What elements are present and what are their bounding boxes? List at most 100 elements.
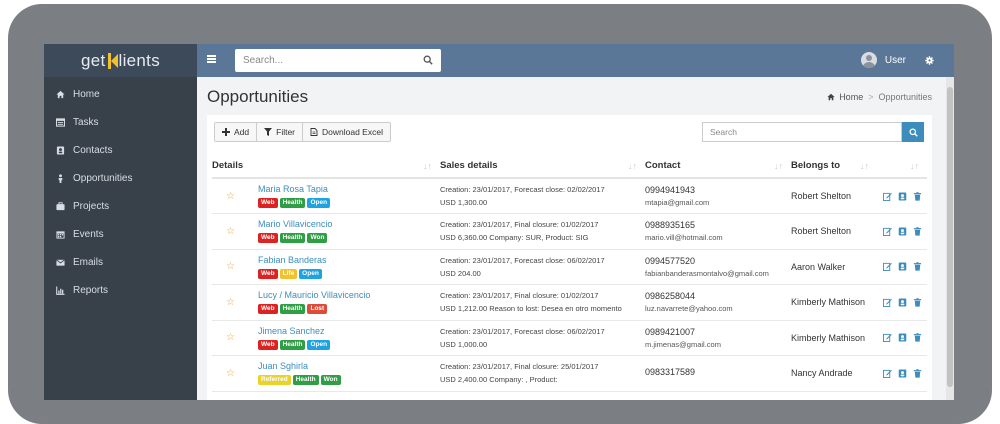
trash-icon[interactable]	[913, 226, 922, 236]
menu-toggle-icon[interactable]	[207, 55, 216, 63]
sidebar-item-contacts[interactable]: Contacts	[44, 136, 197, 164]
details-cell: ☆ Lucy / Mauricio Villavicencio Web Healt…	[212, 284, 440, 321]
sales-dates: Creation: 23/01/2017, Final closure: 01/…	[440, 291, 599, 301]
trash-icon[interactable]	[913, 368, 922, 378]
table-row[interactable]: ☆ Jimena Sanchez Web Health Open Creation:…	[212, 320, 927, 356]
table-row[interactable]: ☆ Juan Sghirla Referred Health Won Creatio…	[212, 355, 927, 392]
table-row[interactable]: ☆ Lucy / Mauricio Villavicencio Web Healt…	[212, 284, 927, 321]
column-header-belongs-to[interactable]: Belongs to ↓↑	[791, 153, 877, 179]
sidebar-item-projects[interactable]: Projects	[44, 192, 197, 220]
table-row[interactable]: ☆ Fabian Banderas Web Life Open Creation: …	[212, 249, 927, 285]
contact-card-icon[interactable]	[898, 227, 907, 236]
global-search-input[interactable]	[243, 55, 413, 66]
sales-details-cell: Creation: 23/01/2017, Forecast close: 06…	[440, 249, 645, 285]
edit-icon[interactable]	[883, 298, 892, 307]
global-search	[235, 49, 441, 72]
contact-email: mario.vill@hotmail.com	[645, 233, 723, 243]
edit-icon[interactable]	[883, 227, 892, 236]
contact-card-icon[interactable]	[898, 262, 907, 271]
trash-icon[interactable]	[913, 333, 922, 342]
sort-icon[interactable]: ↓↑	[628, 161, 637, 171]
edit-icon[interactable]	[883, 192, 892, 201]
sales-details-cell: Creation: 23/01/2017, Forecast close: 06…	[440, 320, 645, 356]
download-excel-button[interactable]: Download Excel	[303, 123, 390, 141]
opportunity-name-link[interactable]: Jimena Sanchez	[258, 326, 332, 336]
opportunity-name-link[interactable]: Maria Rosa Tapia	[258, 184, 332, 194]
column-header-actions: ↓↑	[877, 153, 927, 179]
contact-card-icon[interactable]	[898, 298, 907, 307]
contact-card-icon[interactable]	[898, 191, 907, 201]
breadcrumb-home-link[interactable]: Home	[839, 92, 863, 102]
actions-cell	[877, 249, 927, 285]
gear-icon[interactable]	[925, 56, 934, 65]
tag-list: Web Health Lost	[258, 303, 370, 315]
sort-icon[interactable]: ↓↑	[860, 161, 869, 171]
actions-cell	[877, 213, 927, 250]
contact-phone: 0994941943	[645, 185, 696, 195]
page-title: Opportunities	[207, 87, 309, 106]
column-header-details[interactable]: Details ↓↑	[212, 153, 440, 179]
search-icon[interactable]	[423, 55, 433, 65]
contact-card-icon[interactable]	[898, 333, 907, 342]
opportunity-name-link[interactable]: Lucy / Mauricio Villavicencio	[258, 290, 370, 300]
scrollbar-thumb[interactable]	[947, 87, 953, 387]
star-icon[interactable]: ☆	[212, 261, 258, 272]
sales-dates: Creation: 23/01/2017, Forecast close: 06…	[440, 326, 605, 336]
sort-icon[interactable]: ↓↑	[423, 161, 432, 171]
contact-email: mtapia@gmail.com	[645, 198, 710, 207]
column-header-sales-details[interactable]: Sales details ↓↑	[440, 153, 645, 179]
sales-amount: USD 204.00	[440, 268, 481, 278]
table-row[interactable]: ☆ Maria Rosa Tapia Web Health Open Creatio…	[212, 178, 927, 214]
add-button-label: Add	[234, 127, 250, 137]
sidebar-item-opportunities[interactable]: Opportunities	[44, 164, 197, 192]
trash-icon[interactable]	[913, 191, 922, 201]
trash-icon[interactable]	[913, 262, 922, 271]
app-logo[interactable]: get lients	[44, 44, 197, 77]
contact-cell: 0989421007 m.jimenas@gmail.com	[645, 320, 791, 356]
search-icon	[908, 127, 918, 137]
actions-cell	[877, 284, 927, 321]
sidebar-item-emails[interactable]: Emails	[44, 248, 197, 276]
projects-icon	[56, 201, 65, 210]
owner-cell: Robert Shelton	[791, 178, 877, 214]
column-header-contact[interactable]: Contact ↓↑	[645, 153, 791, 179]
opportunity-name-link[interactable]: Fabian Banderas	[258, 255, 327, 265]
star-icon[interactable]: ☆	[212, 226, 258, 237]
star-icon[interactable]: ☆	[212, 297, 258, 308]
logo-k-mark	[107, 52, 118, 69]
sales-dates: Creation: 23/01/2017, Forecast close: 06…	[440, 255, 605, 265]
edit-icon[interactable]	[883, 333, 892, 343]
user-menu[interactable]: User	[860, 52, 906, 68]
star-icon[interactable]: ☆	[212, 191, 258, 202]
contact-card-icon[interactable]	[898, 369, 907, 378]
owner-cell: Aaron Walker	[791, 249, 877, 285]
tag-badge: Referred	[258, 375, 291, 386]
trash-icon[interactable]	[913, 297, 922, 307]
edit-icon[interactable]	[883, 369, 892, 378]
sort-icon[interactable]: ↓↑	[774, 161, 783, 171]
star-icon[interactable]: ☆	[212, 368, 258, 379]
add-button[interactable]: Add	[215, 123, 258, 141]
owner-name: Robert Shelton	[791, 191, 852, 201]
owner-cell: Robert Shelton	[791, 213, 877, 250]
table-search-button[interactable]	[902, 122, 924, 142]
opportunity-name-link[interactable]: Juan Sghirla	[258, 361, 343, 371]
owner-name: Nancy Andrade	[791, 368, 853, 379]
sidebar-item-home[interactable]: Home	[44, 80, 197, 108]
contact-phone: 0989421007	[645, 326, 696, 337]
page-scrollbar[interactable]	[946, 77, 954, 400]
owner-name: Robert Shelton	[791, 226, 852, 237]
opportunity-name-link[interactable]: Mario Villavicencio	[258, 219, 332, 229]
sidebar-item-label: Emails	[73, 256, 104, 268]
table-row[interactable]: ☆ Elvis Gomez Creation: 23/01/2017, Fore…	[212, 391, 927, 400]
owner-cell: Kimberly Mathison	[791, 284, 877, 321]
sales-details-cell: Creation: 23/01/2017, Forecast close: 06…	[440, 391, 645, 400]
sidebar-item-events[interactable]: Events	[44, 220, 197, 248]
sidebar-item-tasks[interactable]: Tasks	[44, 108, 197, 136]
star-icon[interactable]: ☆	[212, 332, 258, 343]
filter-button[interactable]: Filter	[257, 123, 304, 141]
sidebar-item-reports[interactable]: Reports	[44, 276, 197, 304]
table-row[interactable]: ☆ Mario Villavicencio Web Health Won Creat…	[212, 213, 927, 250]
table-search-input[interactable]	[710, 127, 890, 137]
edit-icon[interactable]	[883, 262, 892, 272]
